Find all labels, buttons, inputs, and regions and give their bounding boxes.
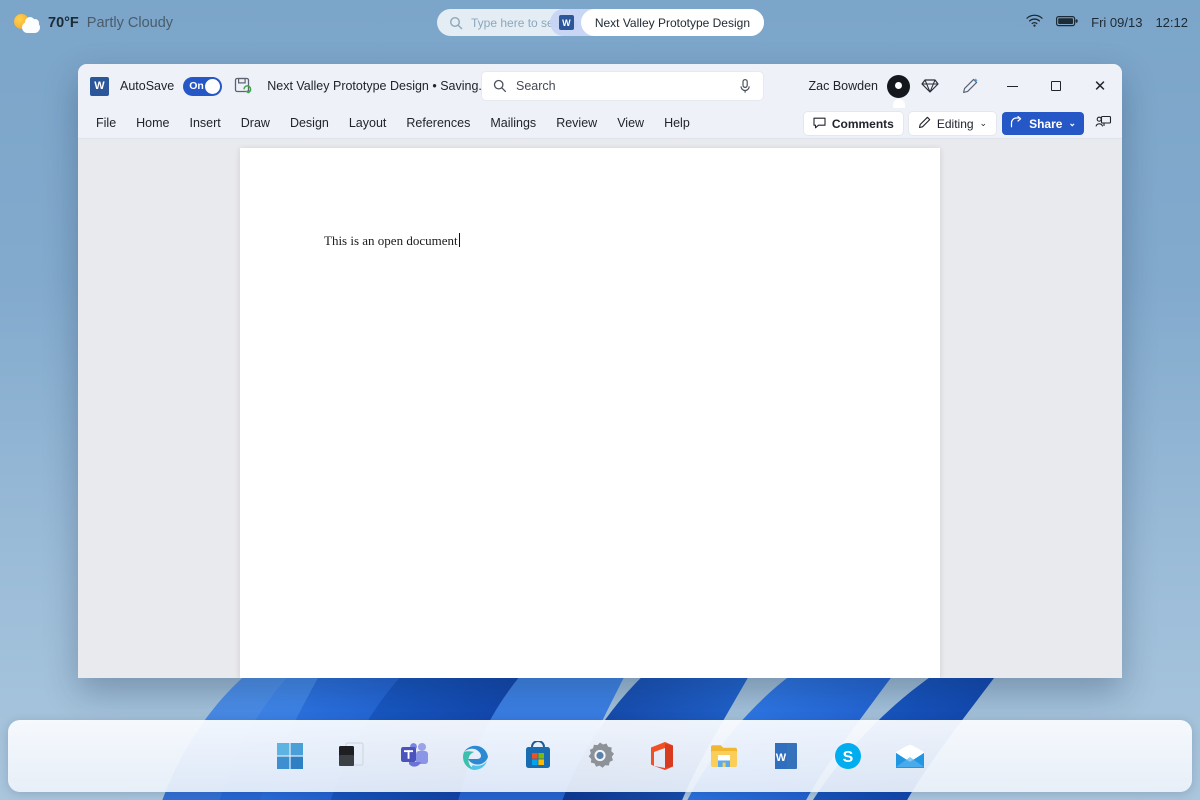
comments-button[interactable]: Comments (803, 112, 903, 135)
tab-view[interactable]: View (607, 112, 654, 134)
desktop: 70°F Partly Cloudy Type here to search W… (0, 0, 1200, 800)
ribbon-right-actions: Comments Editing ⌄ Share ⌄ (803, 108, 1116, 139)
document-body-text[interactable]: This is an open document (324, 233, 460, 249)
task-view-button[interactable] (330, 734, 374, 778)
start-button[interactable] (268, 734, 312, 778)
document-title[interactable]: Next Valley Prototype Design • Saving... (267, 79, 489, 93)
titlebar-right-controls: Zac Bowden ✕ (809, 64, 1122, 108)
ribbon-tab-list: File Home Insert Draw Design Layout Refe… (86, 112, 700, 134)
word-ribbon-tabs: File Home Insert Draw Design Layout Refe… (78, 108, 1122, 139)
battery-icon[interactable] (1056, 14, 1078, 32)
tab-help[interactable]: Help (654, 112, 700, 134)
tab-insert[interactable]: Insert (180, 112, 231, 134)
document-paragraph: This is an open document (324, 233, 458, 248)
chevron-down-icon: ⌄ (979, 118, 988, 128)
word-icon: W (90, 76, 109, 96)
search-icon (493, 79, 507, 93)
teams-icon[interactable] (392, 734, 436, 778)
share-label: Share (1029, 116, 1063, 131)
share-button[interactable]: Share ⌄ (1002, 112, 1084, 135)
tray-date[interactable]: Fri 09/13 (1091, 15, 1142, 30)
sun-cloud-icon (14, 12, 40, 34)
word-icon: W (558, 15, 574, 30)
svg-text:S: S (843, 749, 854, 766)
comment-icon (813, 116, 826, 132)
weather-condition: Partly Cloudy (86, 14, 174, 31)
tab-review[interactable]: Review (546, 112, 607, 134)
autosave-state: On (189, 80, 204, 92)
mail-icon[interactable] (888, 734, 932, 778)
tab-layout[interactable]: Layout (339, 112, 397, 134)
system-tray: Fri 09/13 12:12 (1026, 0, 1188, 45)
ribbon-display-icon[interactable] (1090, 115, 1116, 132)
avatar[interactable] (887, 74, 910, 108)
share-icon (1010, 115, 1023, 132)
autosave-label: AutoSave (120, 79, 175, 93)
comments-label: Comments (831, 116, 894, 131)
maximize-button[interactable] (1034, 64, 1078, 108)
diamond-icon[interactable] (910, 64, 950, 108)
pencil-icon (918, 116, 931, 132)
store-icon[interactable] (516, 734, 560, 778)
weather-widget[interactable]: 70°F Partly Cloudy (14, 12, 173, 34)
microphone-icon[interactable] (738, 78, 752, 99)
skype-icon[interactable]: S (826, 734, 870, 778)
close-button[interactable]: ✕ (1078, 64, 1122, 108)
word-window: W AutoSave On Next Valley Prototype Desi… (78, 64, 1122, 678)
weather-temperature: 70°F (48, 14, 79, 31)
text-caret (458, 233, 460, 247)
word-icon[interactable]: W (764, 734, 808, 778)
wifi-icon[interactable] (1026, 14, 1043, 32)
minimize-button[interactable] (990, 64, 1034, 108)
taskbar: W S (8, 720, 1192, 792)
editing-button[interactable]: Editing ⌄ (908, 112, 997, 135)
settings-icon[interactable] (578, 734, 622, 778)
word-titlebar: W AutoSave On Next Valley Prototype Desi… (78, 64, 1122, 108)
tab-design[interactable]: Design (280, 112, 339, 134)
tab-home[interactable]: Home (126, 112, 179, 134)
svg-text:W: W (776, 752, 787, 764)
taskbar-search-box[interactable]: Type here to search W Next Valley Protot… (437, 9, 764, 36)
word-search-placeholder: Search (516, 79, 556, 93)
taskbar-app-pill[interactable]: W Next Valley Prototype Design (549, 9, 764, 36)
editing-label: Editing (936, 116, 974, 131)
edge-icon[interactable] (454, 734, 498, 778)
tray-time[interactable]: 12:12 (1155, 15, 1188, 30)
search-icon (449, 16, 463, 30)
autosave-toggle[interactable]: On (183, 76, 223, 96)
tab-mailings[interactable]: Mailings (480, 112, 546, 134)
designer-pen-icon[interactable] (950, 64, 990, 108)
document-canvas[interactable]: This is an open document (78, 139, 1122, 678)
office-icon[interactable] (640, 734, 684, 778)
tab-references[interactable]: References (396, 112, 480, 134)
document-page[interactable]: This is an open document (240, 148, 940, 678)
tab-draw[interactable]: Draw (231, 112, 280, 134)
tab-file[interactable]: File (86, 112, 126, 134)
user-name: Zac Bowden (808, 79, 878, 93)
chevron-down-icon: ⌄ (1068, 118, 1076, 128)
file-explorer-icon[interactable] (702, 734, 746, 778)
taskbar-app-pill-label: Next Valley Prototype Design (580, 9, 764, 36)
word-search-box[interactable]: Search (482, 72, 763, 100)
save-sync-icon[interactable] (234, 77, 252, 95)
system-topbar: 70°F Partly Cloudy Type here to search W… (0, 0, 1200, 45)
